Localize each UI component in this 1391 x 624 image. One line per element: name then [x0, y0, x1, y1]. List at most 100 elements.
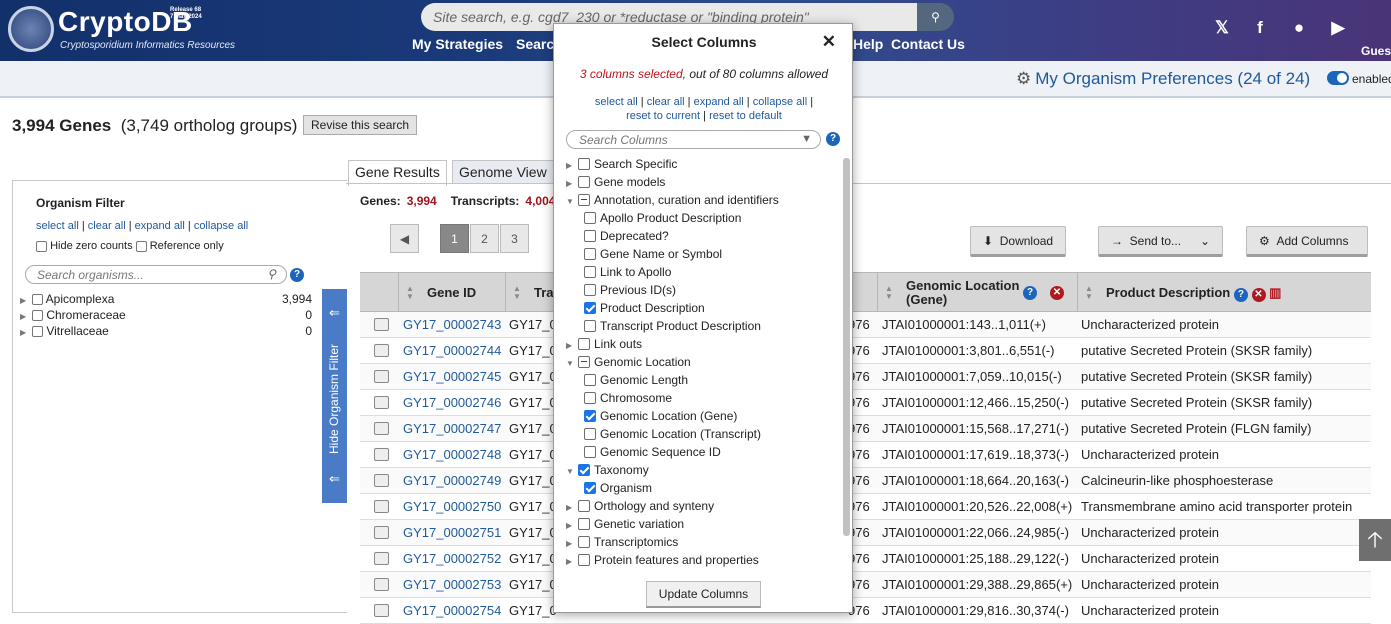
remove-column-icon[interactable]: ✕ [1050, 286, 1064, 300]
column-checkbox[interactable] [584, 247, 596, 260]
hide-zero-checkbox[interactable] [36, 240, 47, 252]
column-checkbox[interactable] [584, 409, 596, 422]
gene-id-link[interactable]: GY17_00002743 [403, 317, 501, 332]
basket-icon[interactable] [374, 318, 389, 331]
gene-id-link[interactable]: GY17_00002753 [403, 577, 501, 592]
caret-right-icon[interactable]: ▶ [566, 341, 578, 350]
column-tree-item[interactable]: Genomic Sequence ID [584, 445, 721, 463]
column-tree-item[interactable]: ▶ Search Specific [566, 157, 677, 175]
nav-contact-us[interactable]: Contact Us [891, 36, 965, 52]
page-button[interactable]: 1 [440, 224, 469, 253]
basket-icon[interactable] [374, 552, 389, 565]
column-tree-item[interactable]: ▶ Protein features and properties [566, 553, 759, 571]
basket-icon[interactable] [374, 370, 389, 383]
collapse-all-link[interactable]: collapse all [753, 96, 807, 108]
column-tree-item[interactable]: ▶ Genetic variation [566, 517, 684, 535]
help-icon[interactable]: ? [290, 268, 304, 282]
column-checkbox[interactable] [578, 355, 590, 368]
gene-id-link[interactable]: GY17_00002747 [403, 421, 501, 436]
expand-all-link[interactable]: expand all [694, 96, 744, 108]
caret-right-icon[interactable]: ▶ [566, 557, 578, 566]
column-checkbox[interactable] [584, 229, 596, 242]
prev-page-button[interactable]: ◀ [390, 224, 419, 253]
column-tree-item[interactable]: ▼ Genomic Location [566, 355, 691, 373]
add-columns-button[interactable]: ⚙ Add Columns [1246, 226, 1368, 257]
nav-my-strategies[interactable]: My Strategies [412, 36, 503, 52]
gene-id-link[interactable]: GY17_00002746 [403, 395, 501, 410]
column-gene-id[interactable]: ▲ ▼ Gene ID [398, 273, 505, 313]
basket-icon[interactable] [374, 526, 389, 539]
help-icon[interactable]: ? [1023, 286, 1037, 300]
gene-id-link[interactable]: GY17_00002748 [403, 447, 501, 462]
column-tree-item[interactable]: ▶ Orthology and synteny [566, 499, 714, 517]
column-checkbox[interactable] [584, 445, 596, 458]
column-tree-item[interactable]: ▼ Annotation, curation and identifiers [566, 193, 779, 211]
cryptodb-logo-icon[interactable] [8, 6, 54, 52]
column-search-input[interactable]: Search Columns ▼ [566, 130, 821, 149]
caret-right-icon[interactable]: ▶ [566, 179, 578, 188]
clear-all-link[interactable]: clear all [647, 96, 685, 108]
caret-right-icon[interactable]: ▶ [566, 161, 578, 170]
column-checkbox[interactable] [584, 481, 596, 494]
column-transcript-id[interactable]: ▲ ▼ Tra [505, 273, 554, 313]
caret-right-icon[interactable]: ▶ [566, 539, 578, 548]
basket-icon[interactable] [374, 578, 389, 591]
column-tree-item[interactable]: Chromosome [584, 391, 672, 409]
gene-id-link[interactable]: GY17_00002749 [403, 473, 501, 488]
column-checkbox[interactable] [578, 337, 590, 350]
page-button[interactable]: 3 [500, 224, 529, 253]
organism-row[interactable]: ▶ Chromeraceae 0 [20, 308, 312, 322]
tab-genome-view[interactable]: Genome View [452, 160, 554, 184]
reset-to-default-link[interactable]: reset to default [709, 110, 782, 122]
column-tree-item[interactable]: ▶ Transcriptomics [566, 535, 678, 553]
column-checkbox[interactable] [578, 193, 590, 206]
reset-to-current-link[interactable]: reset to current [626, 110, 700, 122]
nav-help[interactable]: Help [853, 36, 883, 52]
gene-id-link[interactable]: GY17_00002750 [403, 499, 501, 514]
caret-down-icon[interactable]: ▼ [566, 359, 578, 368]
organism-row[interactable]: ▶ Apicomplexa 3,994 [20, 292, 312, 306]
column-checkbox[interactable] [578, 157, 590, 170]
reference-only-checkbox[interactable] [135, 240, 147, 252]
column-checkbox[interactable] [578, 499, 590, 512]
download-button[interactable]: ⬇ Download [970, 226, 1067, 257]
column-checkbox[interactable] [584, 265, 596, 278]
collapse-all-link[interactable]: collapse all [194, 220, 248, 232]
scroll-to-top-button[interactable]: 🡡 [1359, 519, 1391, 561]
basket-icon[interactable] [374, 344, 389, 357]
basket-icon[interactable] [374, 422, 389, 435]
organism-search-input[interactable]: Search organisms... ⚲ [25, 265, 287, 284]
gene-id-link[interactable]: GY17_00002744 [403, 343, 501, 358]
column-checkbox[interactable] [584, 301, 596, 314]
send-to-button[interactable]: → Send to... ⌄ [1098, 226, 1223, 257]
remove-column-icon[interactable]: ✕ [1251, 288, 1266, 302]
column-tree-item[interactable]: ▶ Gene models [566, 175, 665, 193]
column-checkbox[interactable] [584, 427, 596, 440]
gene-id-link[interactable]: GY17_00002751 [403, 525, 501, 540]
search-icon[interactable]: ⚲ [917, 3, 954, 31]
column-checkbox[interactable] [578, 175, 590, 188]
update-columns-button[interactable]: Update Columns [646, 581, 761, 608]
column-tree-item[interactable]: Link to Apollo [584, 265, 671, 283]
column-checkbox[interactable] [578, 517, 590, 530]
tree-scrollbar[interactable] [843, 158, 850, 536]
caret-down-icon[interactable]: ▼ [566, 467, 578, 476]
sort-icon[interactable]: ▲ ▼ [406, 285, 414, 301]
clear-all-link[interactable]: clear all [88, 220, 126, 232]
help-icon[interactable]: ? [1233, 288, 1248, 302]
column-checkbox[interactable] [578, 463, 590, 476]
basket-icon[interactable] [374, 604, 389, 617]
select-all-link[interactable]: select all [36, 220, 79, 232]
column-tree-item[interactable]: Genomic Location (Transcript) [584, 427, 761, 445]
caret-down-icon[interactable]: ▼ [566, 197, 578, 206]
sort-icon[interactable]: ▲ ▼ [885, 285, 893, 301]
basket-icon[interactable] [374, 448, 389, 461]
basket-icon[interactable] [374, 474, 389, 487]
preferences-toggle[interactable] [1327, 71, 1349, 85]
column-checkbox[interactable] [584, 373, 596, 386]
column-tree-item[interactable]: Gene Name or Symbol [584, 247, 722, 265]
hide-organism-filter-button[interactable]: ⇐ Hide Organism Filter ⇐ [322, 289, 347, 503]
help-icon[interactable]: ? [826, 132, 840, 146]
column-checkbox[interactable] [578, 553, 590, 566]
sort-icon[interactable]: ▲ ▼ [1085, 285, 1093, 301]
